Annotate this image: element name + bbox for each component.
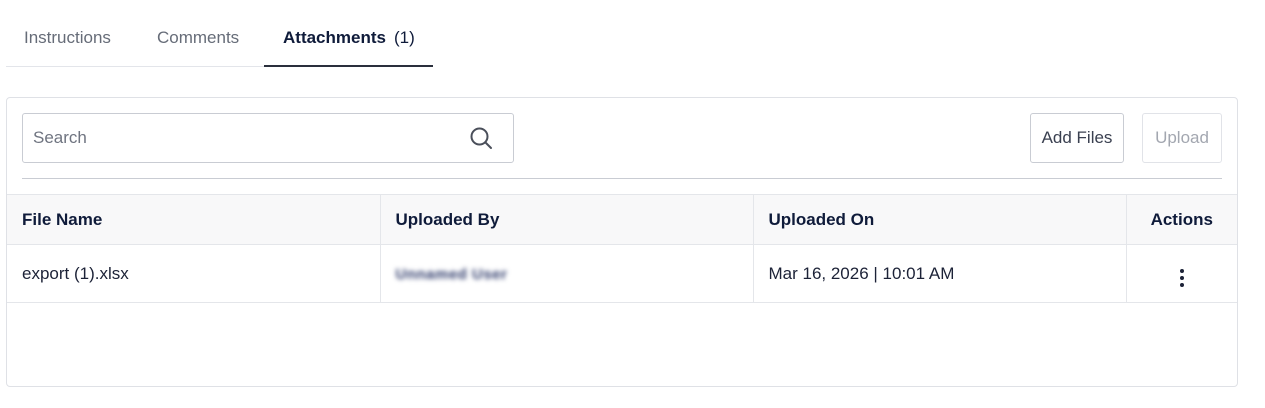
uploaded-by-cell: Unnamed User [379,244,754,303]
column-header-uploaded-by[interactable]: Uploaded By [379,194,754,245]
uploader-name: Unnamed User [395,265,508,283]
toolbar-divider [22,178,1222,179]
search-input[interactable] [23,114,453,162]
upload-button[interactable]: Upload [1142,113,1222,163]
search-icon[interactable] [469,126,493,150]
tab-comments-label: Comments [157,28,240,47]
column-header-file-name[interactable]: File Name [7,194,381,245]
table-row: export (1).xlsx Unnamed User Mar 16, 202… [7,244,1237,303]
active-tab-indicator [264,65,433,67]
add-files-button[interactable]: Add Files [1030,113,1124,163]
tab-instructions[interactable]: Instructions [24,28,111,67]
column-header-uploaded-on[interactable]: Uploaded On [752,194,1127,245]
tab-attachments-label: Attachments [283,28,386,47]
more-vertical-icon[interactable] [1174,267,1190,289]
tab-attachments[interactable]: Attachments (1) [283,28,415,67]
tab-attachments-count: (1) [393,28,415,47]
uploaded-on-cell: Mar 16, 2026 | 10:01 AM [752,244,1127,303]
attachments-table: File Name Uploaded By Uploaded On Action… [7,194,1237,303]
actions-cell [1125,244,1237,303]
tab-instructions-label: Instructions [24,28,111,47]
tab-bar: Instructions Comments Attachments (1) [6,0,1236,67]
search-box [22,113,514,163]
tab-comments[interactable]: Comments [157,28,239,67]
file-name-cell[interactable]: export (1).xlsx [7,244,381,303]
table-header-row: File Name Uploaded By Uploaded On Action… [7,194,1237,245]
column-header-actions: Actions [1125,194,1237,245]
attachments-panel: Add Files Upload File Name Uploaded By U… [6,97,1238,387]
